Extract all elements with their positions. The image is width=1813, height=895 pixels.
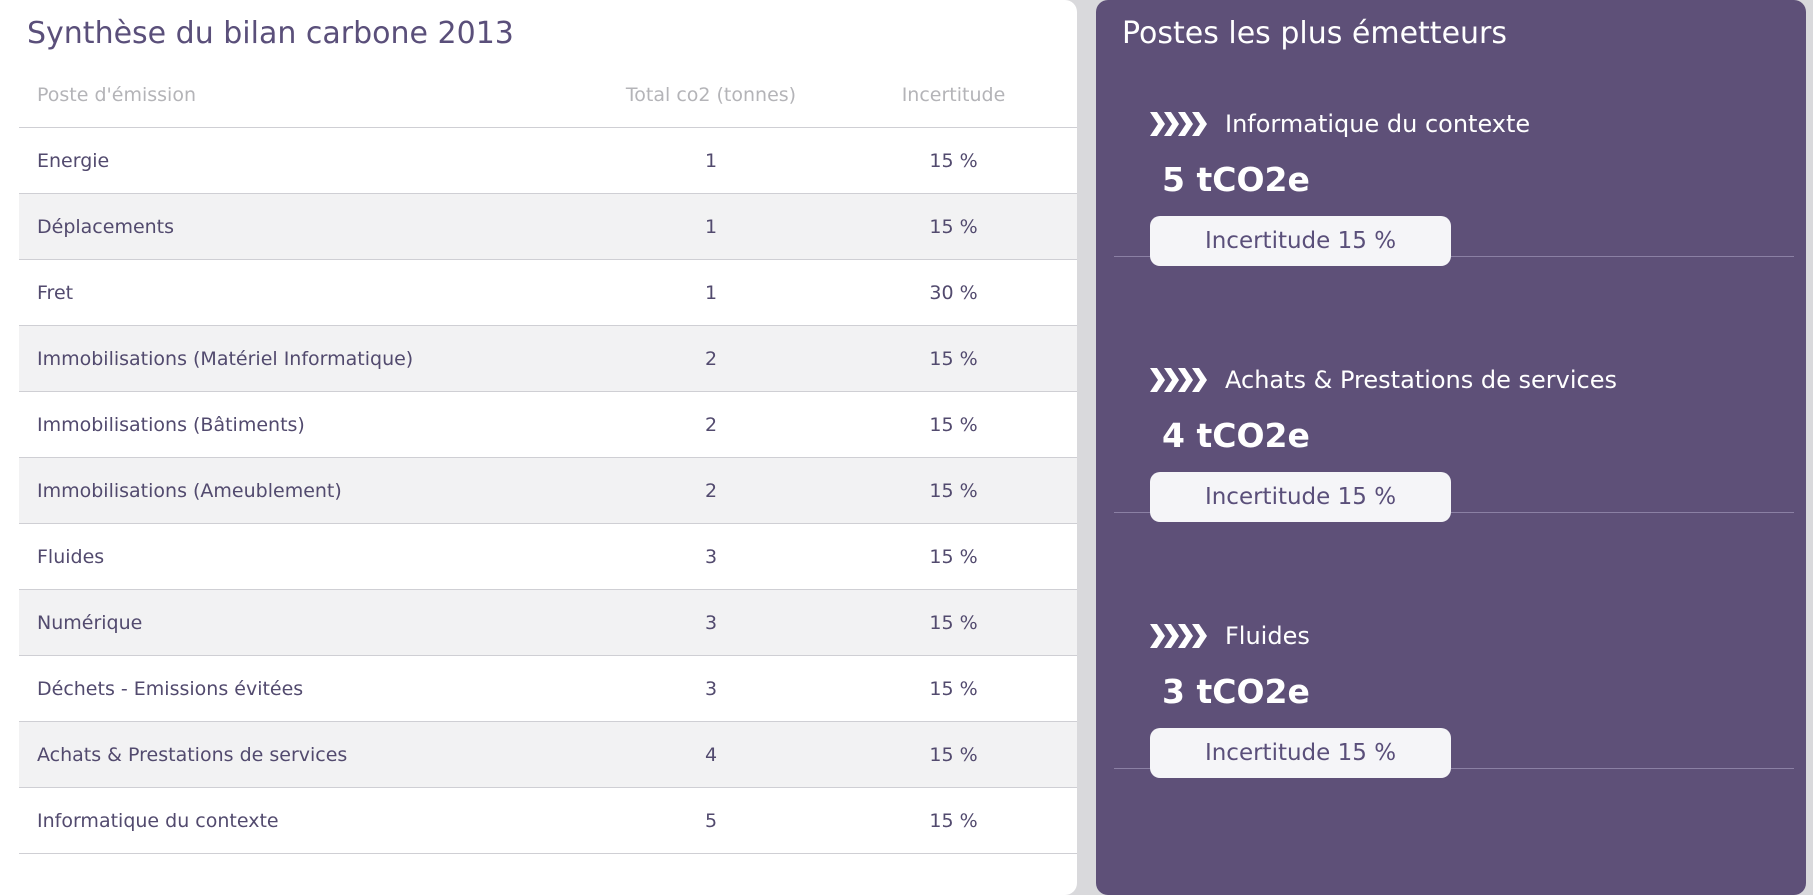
row-total-co2: 2 [592, 325, 830, 392]
row-source-name: Fret [19, 259, 592, 326]
table-row: Informatique du contexte 5 15 % [19, 787, 1077, 854]
row-source-name: Achats & Prestations de services [19, 721, 592, 788]
row-total-co2: 2 [592, 391, 830, 458]
row-total-co2: 1 [592, 193, 830, 260]
emitter-header: Fluides [1150, 622, 1310, 650]
row-uncertainty: 15 % [830, 325, 1077, 392]
emitter-value: 3 tCO2e [1162, 672, 1310, 711]
top-emitters-panel: Postes les plus émetteurs Informatique d… [1096, 0, 1806, 895]
row-uncertainty: 15 % [830, 193, 1077, 260]
row-uncertainty: 15 % [830, 589, 1077, 656]
chevrons-right-icon [1150, 368, 1208, 392]
row-total-co2: 2 [592, 457, 830, 524]
row-uncertainty: 15 % [830, 127, 1077, 194]
top-emitter-item: Informatique du contexte 5 tCO2e Incertitu… [1114, 0, 1794, 266]
top-emitter-item: Fluides 3 tCO2e Incertitude 15 % [1114, 512, 1794, 778]
table-row: Déchets - Emissions évitées 3 15 % [19, 655, 1077, 722]
table-row: Achats & Prestations de services 4 15 % [19, 721, 1077, 788]
row-source-name: Numérique [19, 589, 592, 656]
row-total-co2: 4 [592, 721, 830, 788]
table-row: Déplacements 1 15 % [19, 193, 1077, 260]
row-total-co2: 3 [592, 523, 830, 590]
table-header-row: Poste d'émission Total co2 (tonnes) Ince… [19, 62, 1077, 128]
row-uncertainty: 15 % [830, 457, 1077, 524]
table-row: Immobilisations (Matériel Informatique) 2… [19, 325, 1077, 392]
column-header-source[interactable]: Poste d'émission [19, 62, 592, 128]
row-source-name: Fluides [19, 523, 592, 590]
row-source-name: Energie [19, 127, 592, 194]
emitter-name: Informatique du contexte [1225, 110, 1531, 138]
row-source-name: Immobilisations (Ameublement) [19, 457, 592, 524]
table-row: Numérique 3 15 % [19, 589, 1077, 656]
table-body: Energie 1 15 % Déplacements 1 15 % Fret 1 30 % Im… [19, 127, 1077, 854]
column-header-total[interactable]: Total co2 (tonnes) [592, 62, 830, 128]
emitter-value: 4 tCO2e [1162, 416, 1310, 455]
row-source-name: Informatique du contexte [19, 787, 592, 854]
row-total-co2: 5 [592, 787, 830, 854]
emitter-header: Achats & Prestations de services [1150, 366, 1617, 394]
emitter-value: 5 tCO2e [1162, 160, 1310, 199]
table-row: Energie 1 15 % [19, 127, 1077, 194]
column-header-uncertainty[interactable]: Incertitude [830, 62, 1077, 128]
emitter-name: Achats & Prestations de services [1225, 366, 1617, 394]
row-source-name: Déplacements [19, 193, 592, 260]
chevrons-right-icon [1150, 624, 1208, 648]
carbon-summary-card: Synthèse du bilan carbone 2013 Poste d'é… [0, 0, 1077, 895]
row-uncertainty: 30 % [830, 259, 1077, 326]
row-uncertainty: 15 % [830, 655, 1077, 722]
row-total-co2: 3 [592, 655, 830, 722]
row-uncertainty: 15 % [830, 787, 1077, 854]
row-source-name: Déchets - Emissions évitées [19, 655, 592, 722]
table-row: Immobilisations (Ameublement) 2 15 % [19, 457, 1077, 524]
row-uncertainty: 15 % [830, 721, 1077, 788]
row-total-co2: 1 [592, 127, 830, 194]
uncertainty-badge: Incertitude 15 % [1150, 728, 1451, 778]
emitter-header: Informatique du contexte [1150, 110, 1530, 138]
top-emitter-item: Achats & Prestations de services 4 tCO2e I… [1114, 256, 1794, 522]
table-row: Immobilisations (Bâtiments) 2 15 % [19, 391, 1077, 458]
row-total-co2: 1 [592, 259, 830, 326]
emissions-table: Poste d'émission Total co2 (tonnes) Ince… [19, 62, 1077, 854]
chevrons-right-icon [1150, 112, 1208, 136]
table-row: Fret 1 30 % [19, 259, 1077, 326]
row-uncertainty: 15 % [830, 391, 1077, 458]
emitter-name: Fluides [1225, 622, 1310, 650]
row-uncertainty: 15 % [830, 523, 1077, 590]
row-total-co2: 3 [592, 589, 830, 656]
summary-title: Synthèse du bilan carbone 2013 [27, 16, 514, 51]
table-row: Fluides 3 15 % [19, 523, 1077, 590]
row-source-name: Immobilisations (Matériel Informatique) [19, 325, 592, 392]
row-source-name: Immobilisations (Bâtiments) [19, 391, 592, 458]
